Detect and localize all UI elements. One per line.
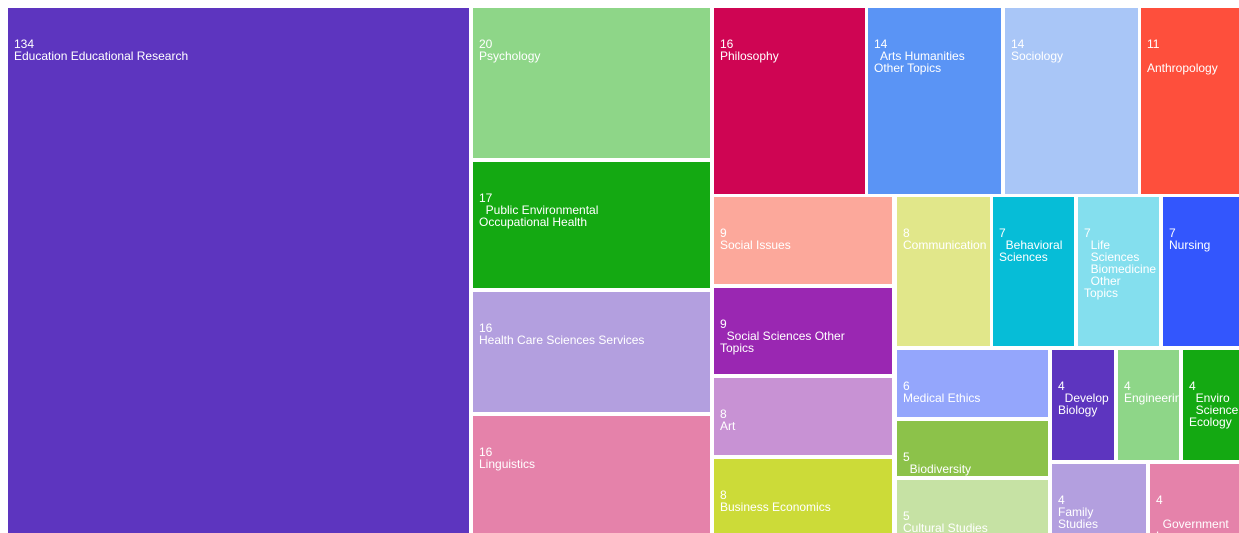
tile-label: Government Law — [1156, 517, 1229, 533]
treemap-tile: 4 Enviro Science Ecology — [1183, 350, 1239, 460]
tile-label: Communication — [903, 238, 987, 252]
treemap-tile: 11 Anthropology — [1141, 8, 1239, 194]
tile-label: Biodiversity Conservation — [909, 462, 981, 476]
tile-label: Anthropology — [1147, 61, 1218, 75]
tile-label: Education Educational Research — [14, 49, 189, 63]
treemap-tile: 7 Life Sciences Biomedicine Other Topics — [1078, 197, 1159, 346]
tile-label: Life Sciences Biomedicine Other Topics — [1084, 238, 1157, 300]
treemap-tile: 8 Communication — [897, 197, 990, 346]
tile-label: Arts Humanities Other Topics — [874, 49, 965, 75]
tile-label: Behavioral Sciences — [999, 238, 1063, 264]
tile-label: Family Studies — [1058, 505, 1099, 531]
tile-label: Business Economics — [720, 500, 831, 514]
treemap-tile: 7 Nursing — [1163, 197, 1239, 346]
treemap-tile: 4 Develop Biology — [1052, 350, 1114, 460]
treemap-tile: 6 Medical Ethics — [897, 350, 1048, 417]
tile-label: Health Care Sciences Services — [479, 333, 645, 347]
treemap-tile: 4 Family Studies — [1052, 464, 1146, 533]
tile-label: Enviro Science Ecology — [1189, 391, 1239, 429]
tile-label: Art — [720, 419, 736, 433]
treemap-tile: 16 Linguistics — [473, 416, 710, 533]
treemap-tile: 4Engineering — [1118, 350, 1179, 460]
tile-label: Develop Biology — [1058, 391, 1109, 417]
treemap-tile: 8 Business Economics — [714, 459, 892, 533]
treemap-tile: 7 Behavioral Sciences — [993, 197, 1074, 346]
tile-label: Public Environmental Occupational Health — [479, 203, 599, 229]
treemap-tile: 16 Philosophy — [714, 8, 865, 194]
tile-value: 11 — [1147, 37, 1160, 51]
tile-label: Social Sciences Other Topics — [720, 329, 845, 355]
tile-label: Linguistics — [479, 457, 536, 471]
treemap-chart: 134 Education Educational Research 20 Psych… — [0, 0, 1239, 533]
treemap-tile: 9 Social Sciences Other Topics — [714, 288, 892, 374]
tile-label: Cultural Studies — [903, 521, 988, 533]
tile-label: Philosophy — [720, 49, 779, 63]
treemap-tile: 4 Government Law — [1150, 464, 1239, 533]
treemap-tile: 134 Education Educational Research — [8, 8, 469, 533]
tile-label: Sociology — [1011, 49, 1064, 63]
treemap-tile: 8 Art — [714, 378, 892, 455]
tile-label: Engineering — [1124, 391, 1179, 405]
treemap-tile: 14 Arts Humanities Other Topics — [868, 8, 1001, 194]
treemap-tile: 5 Biodiversity Conservation — [897, 421, 1048, 476]
treemap-tile: 9 Social Issues — [714, 197, 892, 284]
tile-label: Medical Ethics — [903, 391, 981, 405]
treemap-tile: 14 Sociology — [1005, 8, 1138, 194]
tile-label: Psychology — [479, 49, 541, 63]
treemap-tile: 20 Psychology — [473, 8, 710, 158]
treemap-tile: 17 Public Environmental Occupational Hea… — [473, 162, 710, 288]
treemap-tile: 16 Health Care Sciences Services — [473, 292, 710, 412]
tile-value: 4 — [1156, 493, 1163, 507]
treemap-tile: 5 Cultural Studies — [897, 480, 1048, 533]
tile-label: Social Issues — [720, 238, 791, 252]
tile-value: 8 — [720, 407, 727, 421]
tile-label: Nursing — [1169, 238, 1211, 252]
